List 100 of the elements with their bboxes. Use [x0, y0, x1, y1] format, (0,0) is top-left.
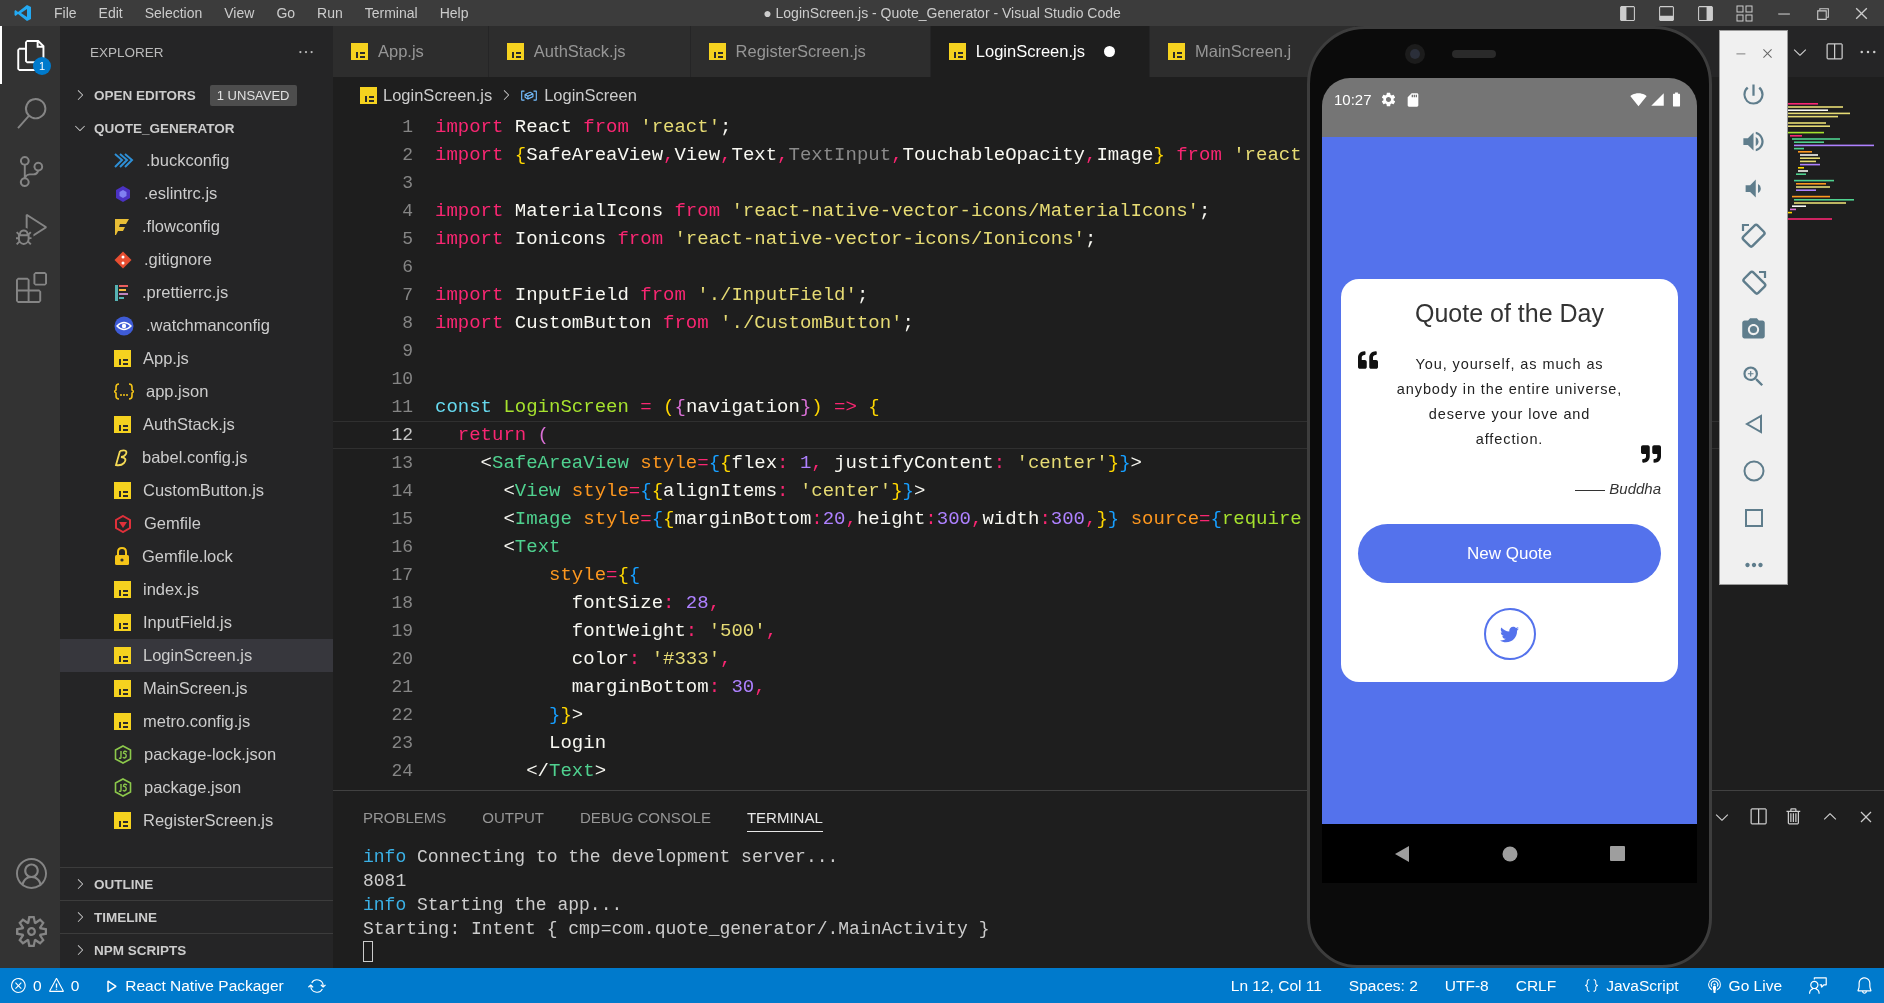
js-file-icon [114, 812, 131, 829]
code-line: import React from 'react'; [435, 116, 732, 138]
script-mark-icon [114, 448, 130, 467]
problems-status[interactable]: 0 0 [10, 976, 80, 995]
extensions-icon [15, 271, 47, 303]
line-number: 4 [401, 201, 413, 221]
explorer-row[interactable]: app.json [60, 375, 333, 408]
section-header[interactable]: TIMELINE [60, 900, 333, 933]
section-header[interactable]: OUTLINE [60, 867, 333, 900]
menu-item[interactable]: Edit [98, 5, 123, 21]
section-header[interactable]: QUOTE_GENERATOR [60, 111, 333, 144]
status-item[interactable]: CRLF [1515, 976, 1557, 995]
menu-item[interactable]: File [54, 5, 77, 21]
rotate-right-icon[interactable] [1739, 268, 1768, 297]
section-header[interactable]: OPEN EDITORS 1 UNSAVED [60, 78, 333, 111]
overview-icon[interactable] [1743, 507, 1764, 528]
panel-tab[interactable]: DEBUG CONSOLE [580, 802, 711, 832]
editor-tab[interactable]: AuthStack.js [488, 26, 691, 77]
status-item[interactable]: UTF-8 [1444, 976, 1489, 995]
rotate-left-icon[interactable] [1739, 221, 1768, 250]
menu-item[interactable]: View [224, 5, 255, 21]
sync-icon[interactable] [307, 976, 326, 995]
explorer-row[interactable]: index.js [60, 573, 333, 606]
bird-icon [1500, 624, 1519, 644]
explorer-row[interactable]: CustomButton.js [60, 474, 333, 507]
breadcrumb-item[interactable]: LoginScreen.js [383, 85, 493, 105]
file-name: InputField.js [143, 613, 232, 632]
status-item[interactable]: Ln 12, Col 11 [1230, 976, 1322, 995]
js-file-icon [351, 43, 368, 60]
file-name: Gemfile.lock [142, 547, 233, 566]
file-name: MainScreen.js [143, 679, 248, 698]
explorer-row[interactable]: babel.config.js [60, 441, 333, 474]
layout-grid-icon[interactable] [1736, 4, 1753, 22]
explorer-row[interactable]: Gemfile [60, 507, 333, 540]
close-quote-icon [1641, 444, 1661, 464]
status-item[interactable]: Spaces: 2 [1348, 976, 1418, 995]
code-line: style={{ [548, 564, 641, 586]
explorer-row[interactable]: LoginScreen.js [60, 639, 333, 672]
line-number: 21 [390, 677, 413, 697]
share-button[interactable] [1483, 608, 1536, 660]
explorer-row[interactable]: MainScreen.js [60, 672, 333, 705]
line-number: 22 [390, 705, 413, 725]
back-icon[interactable] [1744, 413, 1763, 434]
explorer-row[interactable]: package-lock.json [60, 738, 333, 771]
task-status[interactable]: React Native Packager [103, 976, 284, 995]
explorer-row[interactable]: .eslintrc.js [60, 177, 333, 210]
sidebar-toggle-icon[interactable] [1697, 4, 1714, 22]
explorer-row[interactable]: AuthStack.js [60, 408, 333, 441]
editor-tab[interactable]: RegisterScreen.js [690, 26, 931, 77]
panel-tab[interactable]: OUTPUT [482, 802, 545, 832]
explorer-row[interactable]: .prettierrc.js [60, 276, 333, 309]
panel-tab[interactable]: TERMINAL [746, 802, 823, 832]
menu-item[interactable]: Selection [144, 5, 203, 21]
panel-toggle-icon[interactable] [1658, 4, 1675, 22]
file-name: metro.config.js [143, 712, 251, 731]
line-number: 2 [401, 145, 413, 165]
menu-item[interactable]: Terminal [364, 5, 418, 21]
explorer-row[interactable]: package.json [60, 771, 333, 804]
back-icon[interactable] [1394, 844, 1410, 863]
explorer-row[interactable]: .gitignore [60, 243, 333, 276]
explorer-row[interactable]: .flowconfig [60, 210, 333, 243]
code-line: return ( [456, 424, 550, 446]
panel-tab[interactable]: PROBLEMS [363, 802, 447, 832]
section-header[interactable]: NPM SCRIPTS [60, 933, 333, 966]
file-name: Gemfile [144, 514, 201, 533]
editor-tab[interactable]: LoginScreen.js [930, 26, 1150, 77]
explorer-row[interactable]: metro.config.js [60, 705, 333, 738]
sidebar-toggle-icon[interactable] [1619, 4, 1636, 22]
code-line: import CustomButton from './CustomButton'; [435, 312, 914, 334]
split-editor-icon[interactable] [1824, 41, 1844, 62]
home-icon[interactable] [1502, 845, 1518, 862]
explorer-row[interactable]: .buckconfig [60, 144, 333, 177]
go-live-button[interactable]: Go Live [1705, 976, 1782, 995]
line-number: 6 [401, 257, 413, 277]
language-mode[interactable]: JavaScript [1583, 976, 1679, 995]
js-file-icon [114, 680, 131, 697]
notifications-icon[interactable] [1855, 976, 1874, 995]
new-quote-button[interactable]: New Quote [1358, 524, 1661, 583]
explorer-row[interactable]: Gemfile.lock [60, 540, 333, 573]
home-icon[interactable] [1742, 459, 1765, 482]
menu-item[interactable]: Go [276, 5, 296, 21]
file-name: babel.config.js [142, 448, 248, 467]
code-line: marginBottom: 30, [570, 676, 766, 698]
feedback-icon[interactable] [1809, 976, 1828, 995]
sidebar-title: EXPLORER [90, 44, 164, 60]
menu-item[interactable]: Help [439, 5, 469, 21]
menu-item[interactable]: Run [317, 5, 343, 21]
code-line: fontWeight: '500', [570, 620, 778, 642]
line-number: 23 [390, 733, 413, 753]
explorer-row[interactable]: App.js [60, 342, 333, 375]
js-file-icon [114, 416, 131, 433]
line-number: 17 [390, 565, 413, 585]
explorer-row[interactable]: InputField.js [60, 606, 333, 639]
explorer-row[interactable]: .watchmanconfig [60, 309, 333, 342]
explorer-row[interactable]: RegisterScreen.js [60, 804, 333, 837]
editor-tab[interactable]: App.js [333, 26, 489, 77]
power-icon[interactable] [1740, 81, 1767, 108]
split-terminal-icon[interactable] [1748, 807, 1768, 827]
breadcrumb-item[interactable]: LoginScreen [544, 85, 637, 105]
signal-icon [1650, 92, 1665, 107]
